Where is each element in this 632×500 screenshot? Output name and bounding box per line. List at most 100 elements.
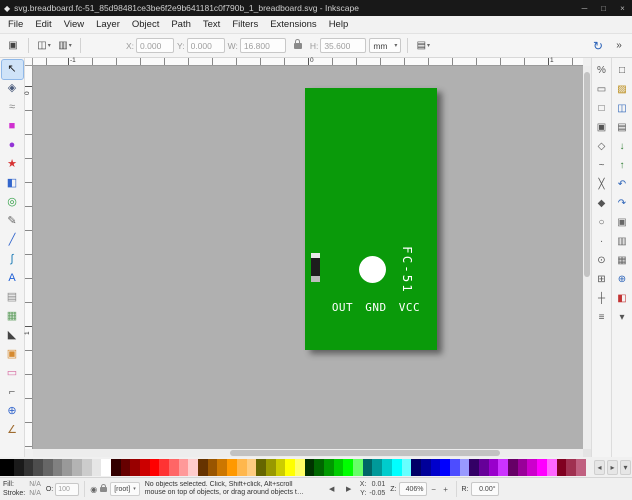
toolbar-overflow-button[interactable]: » (610, 37, 628, 55)
paste[interactable]: ▥ (614, 232, 631, 251)
palette-swatch[interactable] (101, 458, 111, 476)
dropper-tool[interactable]: ◣ (2, 326, 23, 345)
snap-toggle[interactable]: % (593, 61, 610, 80)
palette-swatch[interactable] (62, 458, 73, 476)
zoom-input[interactable]: 406% (398, 482, 427, 496)
palette-swatch[interactable] (236, 458, 247, 476)
palette-swatch[interactable] (353, 458, 363, 476)
palette-swatch[interactable] (362, 458, 373, 476)
palette-swatch[interactable] (256, 458, 266, 476)
export-image[interactable]: ↑ (614, 156, 631, 175)
palette-scroll-left-button[interactable]: ◂ (594, 459, 605, 475)
palette-swatch[interactable] (469, 458, 479, 476)
palette-swatch[interactable] (314, 458, 324, 476)
bucket-tool[interactable]: ▣ (2, 345, 23, 364)
palette-swatch[interactable] (52, 458, 63, 476)
snap-bbox-edges[interactable]: □ (593, 99, 610, 118)
palette-swatch[interactable] (333, 458, 344, 476)
palette-swatch[interactable] (420, 458, 431, 476)
palette-swatch[interactable] (459, 458, 470, 476)
zoom-in-button[interactable]: + (441, 482, 451, 496)
snap-smooth-nodes[interactable]: ○ (593, 213, 610, 232)
palette-swatch[interactable] (343, 458, 354, 476)
palette-swatch[interactable] (139, 458, 150, 476)
calligraphy-tool[interactable]: ∫ (2, 250, 23, 269)
palette-swatch[interactable] (537, 458, 547, 476)
palette-swatch[interactable] (0, 458, 14, 476)
fill-stroke-dialog[interactable]: ◧ (614, 289, 631, 308)
palette-swatch[interactable] (23, 458, 34, 476)
palette-swatch[interactable] (110, 458, 121, 476)
pencil-tool[interactable]: ✎ (2, 212, 23, 231)
menu-filters[interactable]: Filters (226, 17, 264, 32)
save-document[interactable]: ◫ (614, 99, 631, 118)
pcb-pin-labels[interactable]: OUT GND VCC (305, 301, 437, 314)
scale-options-dropdown[interactable]: ▤ ▾ (414, 37, 432, 55)
snap-intersections[interactable]: ╳ (593, 175, 610, 194)
menu-help[interactable]: Help (323, 17, 355, 32)
tweak-tool[interactable]: ≈ (2, 98, 23, 117)
select-all-button[interactable]: ▣ (4, 37, 22, 55)
palette-swatch[interactable] (517, 458, 528, 476)
vertical-scrollbar[interactable] (583, 66, 591, 449)
spiral-tool[interactable]: ◎ (2, 193, 23, 212)
zoom-out-button[interactable]: − (429, 482, 439, 496)
palette-swatch[interactable] (188, 458, 199, 476)
palette-swatch[interactable] (508, 458, 518, 476)
snap-guides[interactable]: ≡ (593, 308, 610, 327)
menu-edit[interactable]: Edit (29, 17, 57, 32)
mesh-tool[interactable]: ▦ (2, 307, 23, 326)
pcb-board[interactable]: FC-51 OUT GND VCC (305, 88, 437, 350)
menu-path[interactable]: Path (165, 17, 197, 32)
pcb-model-label[interactable]: FC-51 (400, 235, 415, 305)
new-document[interactable]: □ (614, 61, 631, 80)
palette-scroll-right-button[interactable]: ▸ (607, 459, 618, 475)
ellipse-tool[interactable]: ● (2, 136, 23, 155)
opacity-input[interactable]: 100 (55, 482, 80, 496)
pen-tool[interactable]: ╱ (2, 231, 23, 250)
palette-swatch[interactable] (265, 458, 276, 476)
box3d-tool[interactable]: ◧ (2, 174, 23, 193)
palette-swatch[interactable] (411, 458, 421, 476)
menu-extensions[interactable]: Extensions (264, 17, 322, 32)
palette-swatch[interactable] (14, 458, 24, 476)
snap-bbox[interactable]: ▭ (593, 80, 610, 99)
palette-swatch[interactable] (556, 458, 567, 476)
zoom-tool[interactable]: ⊕ (2, 402, 23, 421)
undo[interactable]: ↶ (614, 175, 631, 194)
vertical-scrollbar-thumb[interactable] (584, 72, 590, 277)
layer-visibility-icon[interactable]: ◉ (90, 485, 97, 494)
menu-layer[interactable]: Layer (90, 17, 126, 32)
y-input[interactable]: 0.000 (186, 38, 225, 53)
snap-object-centers[interactable]: ⊙ (593, 251, 610, 270)
canvas[interactable]: FC-51 OUT GND VCC (33, 66, 583, 449)
selection-actions-dropdown[interactable]: ◫ ▾ (35, 37, 53, 55)
palette-swatch[interactable] (527, 458, 538, 476)
maximize-button[interactable]: □ (594, 0, 613, 16)
rectangle-tool[interactable]: ■ (2, 117, 23, 136)
palette-swatch[interactable] (159, 458, 169, 476)
palette-swatch[interactable] (488, 458, 499, 476)
minimize-button[interactable]: ─ (575, 0, 594, 16)
palette-swatch[interactable] (91, 458, 102, 476)
palette-swatch[interactable] (72, 458, 82, 476)
palette-swatch[interactable] (401, 458, 412, 476)
palette-swatch[interactable] (33, 458, 44, 476)
palette-swatch[interactable] (275, 458, 286, 476)
menu-text[interactable]: Text (197, 17, 226, 32)
duplicate[interactable]: ▦ (614, 251, 631, 270)
palette-swatch[interactable] (498, 458, 509, 476)
pcb-component[interactable] (311, 253, 320, 282)
snap-page-border[interactable]: ⊞ (593, 270, 610, 289)
print-document[interactable]: ▤ (614, 118, 631, 137)
palette-swatch[interactable] (449, 458, 460, 476)
palette-swatch[interactable] (546, 458, 557, 476)
scroll-left-button[interactable]: ◀ (326, 482, 338, 496)
palette-swatch[interactable] (479, 458, 489, 476)
palette-swatch[interactable] (81, 458, 92, 476)
more-options[interactable]: ▾ (614, 308, 631, 327)
palette-swatch[interactable] (285, 458, 295, 476)
measure-tool[interactable]: ∠ (2, 421, 23, 440)
palette-menu-button[interactable]: ▾ (620, 459, 631, 475)
transform-actions-dropdown[interactable]: ▥ ▾ (56, 37, 74, 55)
